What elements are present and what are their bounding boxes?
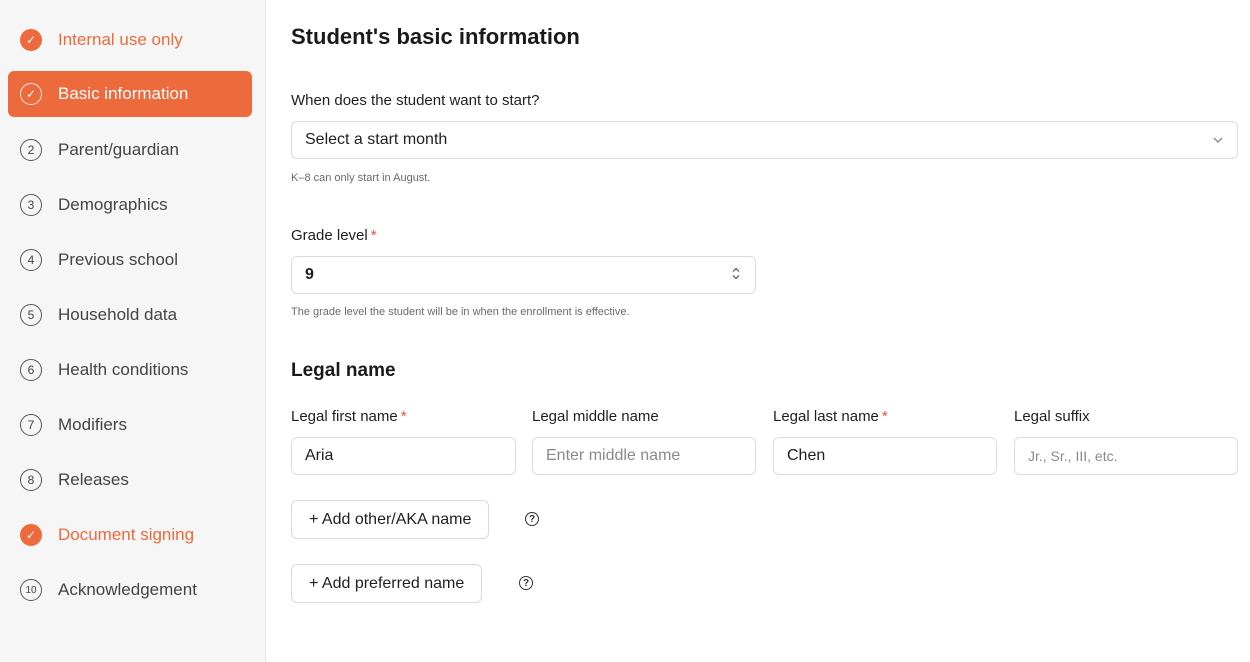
- sidebar-item-household-data[interactable]: 5 Household data: [8, 292, 252, 338]
- step-number-icon: 2: [20, 139, 42, 161]
- start-month-select[interactable]: Select a start month: [291, 121, 1238, 159]
- step-number-icon: 5: [20, 304, 42, 326]
- required-marker: *: [881, 408, 888, 425]
- question-circle-icon[interactable]: ?: [519, 576, 533, 590]
- legal-last-name-label: Legal last name *: [773, 408, 888, 425]
- grade-level-helper: The grade level the student will be in w…: [291, 306, 630, 318]
- sidebar-item-label: Parent/guardian: [58, 140, 179, 159]
- sidebar: ✓ Internal use only ✓ Basic information …: [0, 0, 266, 662]
- sidebar-item-label: Household data: [58, 305, 178, 324]
- start-month-label: When does the student want to start?: [291, 92, 540, 109]
- step-number-icon: 7: [20, 414, 42, 436]
- sidebar-item-label: Document signing: [58, 525, 195, 544]
- sidebar-item-internal-use-only[interactable]: ✓ Internal use only: [8, 17, 252, 63]
- check-icon: ✓: [20, 524, 42, 546]
- step-number-icon: 3: [20, 194, 42, 216]
- step-number-icon: 10: [20, 579, 42, 601]
- legal-first-name-label: Legal first name *: [291, 408, 407, 425]
- sidebar-item-document-signing[interactable]: ✓ Document signing: [8, 512, 252, 558]
- add-aka-name-button[interactable]: + Add other/AKA name: [291, 500, 490, 539]
- required-marker: *: [370, 227, 377, 244]
- sidebar-item-label: Releases: [58, 470, 129, 489]
- sidebar-item-label: Acknowledgement: [58, 580, 197, 599]
- sidebar-item-health-conditions[interactable]: 6 Health conditions: [8, 347, 252, 393]
- sidebar-item-label: Internal use only: [58, 30, 183, 49]
- sidebar-item-label: Basic information: [58, 84, 189, 103]
- sidebar-item-label: Previous school: [58, 250, 179, 269]
- sidebar-item-acknowledgement[interactable]: 10 Acknowledgement: [8, 567, 252, 613]
- question-circle-icon[interactable]: ?: [525, 512, 539, 526]
- step-number-icon: 8: [20, 469, 42, 491]
- page-title: Student's basic information: [291, 24, 580, 49]
- add-preferred-name-button[interactable]: + Add preferred name: [291, 564, 483, 603]
- check-icon: ✓: [20, 29, 42, 51]
- sidebar-item-label: Modifiers: [58, 415, 127, 434]
- sidebar-item-basic-information[interactable]: ✓ Basic information: [8, 71, 252, 117]
- grade-level-value: 9: [305, 266, 314, 283]
- legal-suffix-label: Legal suffix: [1014, 408, 1090, 425]
- legal-suffix-input[interactable]: [1014, 437, 1238, 475]
- sidebar-item-label: Demographics: [58, 195, 168, 214]
- legal-name-heading: Legal name: [291, 360, 396, 381]
- step-number-icon: 4: [20, 249, 42, 271]
- sidebar-item-releases[interactable]: 8 Releases: [8, 457, 252, 503]
- start-month-value: Select a start month: [305, 131, 448, 148]
- legal-last-name-input[interactable]: [773, 437, 997, 475]
- legal-middle-name-input[interactable]: [532, 437, 756, 475]
- sidebar-item-modifiers[interactable]: 7 Modifiers: [8, 402, 252, 448]
- sidebar-item-parent-guardian[interactable]: 2 Parent/guardian: [8, 127, 252, 173]
- step-number-icon: 6: [20, 359, 42, 381]
- sidebar-item-label: Health conditions: [58, 360, 189, 379]
- up-down-chevron-icon: [731, 267, 741, 284]
- legal-first-name-input[interactable]: [291, 437, 516, 475]
- check-icon: ✓: [20, 83, 42, 105]
- chevron-down-icon: [1213, 134, 1223, 146]
- grade-level-label: Grade level *: [291, 227, 377, 244]
- required-marker: *: [400, 408, 407, 425]
- sidebar-item-previous-school[interactable]: 4 Previous school: [8, 237, 252, 283]
- start-month-helper: K–8 can only start in August.: [291, 172, 431, 184]
- grade-level-select[interactable]: 9: [291, 256, 756, 294]
- legal-middle-name-label: Legal middle name: [532, 408, 659, 425]
- sidebar-item-demographics[interactable]: 3 Demographics: [8, 182, 252, 228]
- main-content: Student's basic information When does th…: [291, 0, 1238, 662]
